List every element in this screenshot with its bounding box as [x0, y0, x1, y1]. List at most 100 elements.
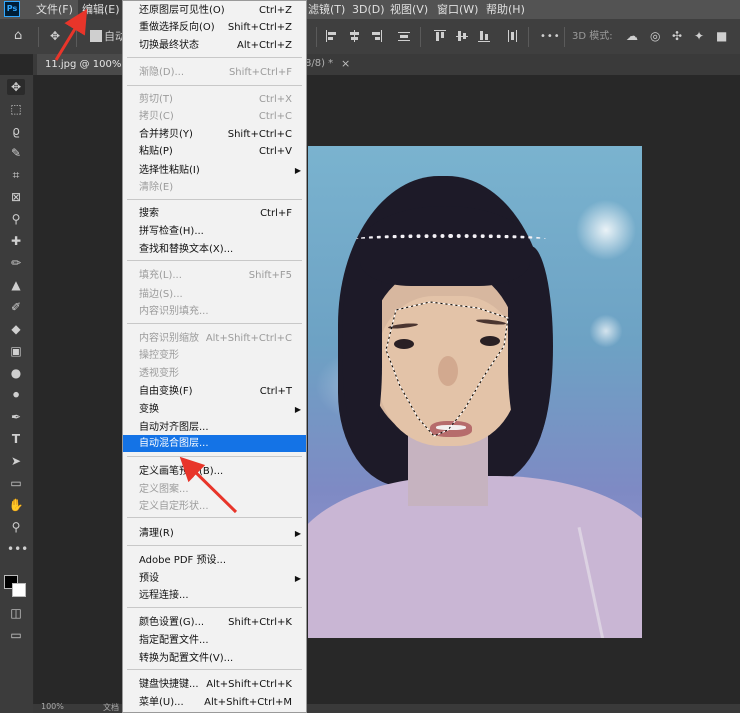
menu-item[interactable]: 远程连接...: [123, 587, 306, 604]
auto-select-checkbox[interactable]: [90, 30, 102, 42]
zoom-tool-icon[interactable]: ⚲: [7, 519, 25, 535]
move-tool-icon[interactable]: ✥: [50, 29, 60, 43]
rectangle-tool-icon[interactable]: ▭: [7, 475, 25, 491]
align-center-icon[interactable]: [348, 30, 360, 42]
stamp-tool-icon[interactable]: ▲: [7, 277, 25, 293]
align-top-icon[interactable]: [434, 30, 446, 42]
dodge-tool-icon[interactable]: ⚫: [7, 387, 25, 403]
pen-tool-icon[interactable]: ✒: [7, 409, 25, 425]
menu-item[interactable]: 菜单(U)... Alt+Shift+Ctrl+M: [123, 694, 306, 711]
more-tools-icon[interactable]: •••: [7, 541, 28, 557]
more-options-icon[interactable]: •••: [540, 30, 561, 44]
blur-tool-icon[interactable]: ●: [7, 365, 25, 381]
menu-item[interactable]: 颜色设置(G)... Shift+Ctrl+K: [123, 614, 306, 631]
menu-item[interactable]: 转换为配置文件(V)...: [123, 650, 306, 667]
menu-separator: [127, 669, 302, 670]
menu-item[interactable]: 变换 ▶: [123, 401, 306, 418]
align-right-icon[interactable]: [370, 30, 382, 42]
menu-item-shortcut: Ctrl+Z: [258, 5, 292, 16]
crop-tool-icon[interactable]: ⌗: [7, 167, 25, 183]
menu-item[interactable]: 自动对齐图层...: [123, 419, 306, 436]
background-color-swatch[interactable]: [12, 583, 26, 597]
menu-item-label: 自由变换(F): [139, 386, 193, 397]
menu-file[interactable]: 文件(F): [36, 0, 73, 19]
menu-item[interactable]: 拼写检查(H)...: [123, 223, 306, 240]
history-brush-tool-icon[interactable]: ✐: [7, 299, 25, 315]
menu-item-label: 渐隐(D)...: [139, 67, 185, 78]
healing-tool-icon[interactable]: ✚: [7, 233, 25, 249]
3d-slide-icon[interactable]: ✦: [694, 29, 704, 43]
frame-tool-icon[interactable]: ⊠: [7, 189, 25, 205]
menu-item-label: 自动混合图层...: [139, 438, 209, 449]
menu-item[interactable]: 自由变换(F) Ctrl+T: [123, 383, 306, 400]
distribute-icon[interactable]: [398, 30, 410, 42]
menu-edit[interactable]: 编辑(E): [78, 0, 124, 19]
menu-item-label: 拷贝(C): [139, 111, 174, 122]
brush-tool-icon[interactable]: ✏: [7, 255, 25, 271]
menu-item-shortcut: Shift+Ctrl+C: [227, 129, 292, 140]
hand-tool-icon[interactable]: ✋: [7, 497, 25, 513]
menu-item-label: 拼写检查(H)...: [139, 226, 204, 237]
align-left-icon[interactable]: [326, 30, 338, 42]
menu-item: 内容识别缩放 Alt+Shift+Ctrl+C: [123, 330, 306, 347]
menu-item-label: 清理(R): [139, 528, 174, 539]
menu-help[interactable]: 帮助(H): [486, 0, 525, 19]
menu-item[interactable]: 预设 ▶: [123, 570, 306, 587]
distribute-vertical-icon[interactable]: [506, 30, 518, 42]
menu-separator: [127, 57, 302, 58]
lasso-tool-icon[interactable]: ϱ: [7, 123, 25, 139]
menu-item[interactable]: 粘贴(P) Ctrl+V: [123, 143, 306, 160]
move-tool-icon[interactable]: ✥: [7, 79, 25, 95]
eyedropper-tool-icon[interactable]: ⚲: [7, 211, 25, 227]
menu-item-label: 内容识别填充...: [139, 306, 209, 317]
menu-item[interactable]: 查找和替换文本(X)...: [123, 241, 306, 258]
3d-scale-icon[interactable]: ■: [716, 29, 727, 43]
tab-second-label[interactable]: 8/8) *: [305, 58, 333, 69]
menu-item[interactable]: 还原图层可见性(O) Ctrl+Z: [123, 2, 306, 19]
menu-item: 内容识别填充...: [123, 303, 306, 320]
menu-item[interactable]: 指定配置文件...: [123, 632, 306, 649]
menu-item[interactable]: 搜索 Ctrl+F: [123, 205, 306, 222]
menu-item[interactable]: 清理(R) ▶: [123, 525, 306, 542]
menu-item-label: 自动对齐图层...: [139, 422, 209, 433]
menu-item-label: 还原图层可见性(O): [139, 5, 225, 16]
menu-3d[interactable]: 3D(D): [352, 0, 385, 19]
menu-item[interactable]: 切换最终状态 Alt+Ctrl+Z: [123, 37, 306, 54]
quick-select-tool-icon[interactable]: ✎: [7, 145, 25, 161]
menu-item-label: 内容识别缩放: [139, 333, 199, 344]
3d-drag-icon[interactable]: ✣: [672, 29, 682, 43]
menu-item[interactable]: 自动混合图层...: [123, 435, 306, 452]
menu-filter[interactable]: 滤镜(T): [308, 0, 345, 19]
submenu-arrow-icon: ▶: [294, 166, 301, 175]
eraser-tool-icon[interactable]: ◆: [7, 321, 25, 337]
menu-item[interactable]: 键盘快捷键... Alt+Shift+Ctrl+K: [123, 676, 306, 693]
menu-item[interactable]: 合并拷贝(Y) Shift+Ctrl+C: [123, 126, 306, 143]
type-tool-icon[interactable]: T: [7, 431, 25, 447]
canvas-image[interactable]: [308, 146, 642, 638]
3d-roll-icon[interactable]: ◎: [650, 29, 660, 43]
menu-item-label: 菜单(U)...: [139, 697, 184, 708]
doc-info: 文档: [103, 703, 119, 712]
menu-item-label: 远程连接...: [139, 590, 189, 601]
menu-item[interactable]: 选择性粘贴(I) ▶: [123, 162, 306, 179]
menu-item[interactable]: 重做选择反向(O) Shift+Ctrl+Z: [123, 19, 306, 36]
quick-mask-icon[interactable]: ◫: [7, 605, 25, 621]
submenu-arrow-icon: ▶: [294, 405, 301, 414]
marquee-tool-icon[interactable]: ⬚: [7, 101, 25, 117]
align-bottom-icon[interactable]: [478, 30, 490, 42]
home-icon[interactable]: ⌂: [14, 29, 22, 43]
gradient-tool-icon[interactable]: ▣: [7, 343, 25, 359]
align-middle-icon[interactable]: [456, 30, 468, 42]
menu-item[interactable]: Adobe PDF 预设...: [123, 552, 306, 569]
menu-window[interactable]: 窗口(W): [437, 0, 478, 19]
3d-orbit-icon[interactable]: ☁: [626, 29, 638, 43]
tab-close-icon[interactable]: ×: [341, 57, 350, 70]
menu-view[interactable]: 视图(V): [390, 0, 428, 19]
submenu-arrow-icon: ▶: [294, 574, 301, 583]
menu-item-label: 颜色设置(G)...: [139, 617, 205, 628]
screen-mode-icon[interactable]: ▭: [7, 627, 25, 643]
menu-item[interactable]: 定义画笔预设(B)...: [123, 463, 306, 480]
menu-item-label: 填充(L)...: [139, 270, 182, 281]
menu-separator: [127, 85, 302, 86]
path-select-tool-icon[interactable]: ➤: [7, 453, 25, 469]
